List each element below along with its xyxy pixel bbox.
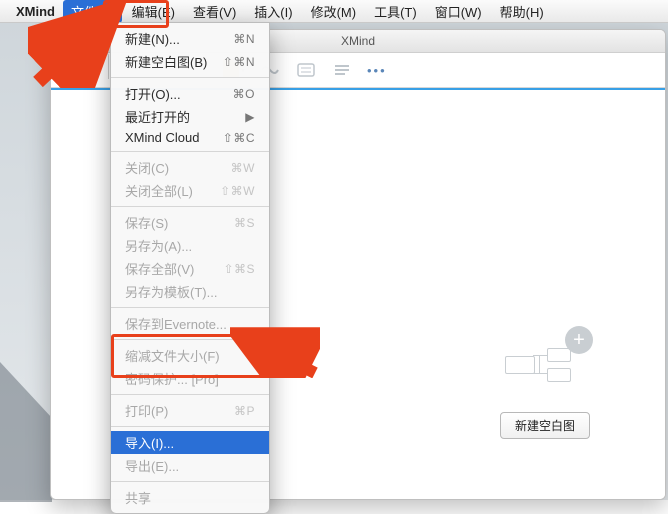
menu-item-shortcut: ⌘P [234, 404, 255, 418]
menu-item-label: 关闭(C) [125, 158, 169, 177]
menu-插入[interactable]: 插入(I) [246, 0, 300, 23]
menu-item-label: 最近打开的 [125, 107, 190, 126]
menu-separator [111, 151, 269, 152]
menu-item: 导出(E)... [111, 454, 269, 477]
menu-item-shortcut: ⌘O [233, 87, 255, 101]
menu-修改[interactable]: 修改(M) [303, 0, 365, 23]
menu-item-label: 密码保护... [Pro] [125, 369, 219, 388]
menu-item: 另存为(A)... [111, 234, 269, 257]
menu-item-label: 保存(S) [125, 213, 168, 232]
menu-item-label: 缩减文件大小(F) [125, 346, 220, 365]
file-menu-dropdown: 新建(N)... ⌘N 新建空白图(B) ⇧⌘N 打开(O)... ⌘O 最近打开的 ▶ XMi… [110, 22, 270, 514]
menu-item-shortcut: ⇧⌘C [223, 131, 255, 145]
menu-item-shortcut: ⌘S [234, 216, 255, 230]
menu-item: 密码保护... [Pro] [111, 367, 269, 390]
menu-item-shortcut: ⌘W [231, 161, 255, 175]
menu-帮助[interactable]: 帮助(H) [492, 0, 552, 23]
menu-item[interactable]: XMind Cloud ⇧⌘C [111, 128, 269, 147]
menu-item-label: 打开(O)... [125, 84, 181, 103]
menu-item-label: 新建(N)... [125, 29, 180, 48]
menu-item-label: 导入(I)... [125, 433, 174, 452]
desktop-background: XMind ▾ ••• + 新建空白图 [0, 22, 668, 500]
menu-工具[interactable]: 工具(T) [366, 0, 425, 23]
menu-item-label: XMind Cloud [125, 130, 199, 145]
toolbar-outline-icon[interactable] [295, 61, 317, 79]
menu-separator [111, 426, 269, 427]
menu-item[interactable]: 新建空白图(B) ⇧⌘N [111, 50, 269, 73]
menu-item-label: 另存为(A)... [125, 236, 192, 255]
menu-item: 共享 [111, 486, 269, 509]
menu-item-label: 导出(E)... [125, 456, 179, 475]
plus-icon: + [565, 326, 593, 354]
menu-separator [111, 307, 269, 308]
menu-item-shortcut: ▶ [245, 110, 255, 124]
menu-item-label: 保存全部(V) [125, 259, 194, 278]
menu-separator [111, 206, 269, 207]
window-zoom-button[interactable] [97, 35, 109, 47]
mindmap-icon [70, 57, 90, 75]
menu-item-label: 打印(P) [125, 401, 168, 420]
empty-state: + 新建空白图 [485, 334, 605, 439]
menu-item-shortcut: ⇧⌘N [223, 55, 255, 69]
menu-separator [111, 481, 269, 482]
menu-文件[interactable]: 文件(F) [63, 0, 122, 23]
menu-item-label: 关闭全部(L) [125, 181, 193, 200]
document-tab[interactable] [51, 52, 109, 79]
menu-item: 打印(P) ⌘P [111, 399, 269, 422]
menu-item-shortcut: ⇧⌘W [220, 184, 255, 198]
toolbar-list-icon[interactable] [331, 61, 353, 79]
wallpaper-decoration [0, 362, 52, 502]
toolbar-more-button[interactable]: ••• [367, 63, 387, 78]
menu-查看[interactable]: 查看(V) [185, 0, 244, 23]
menu-separator [111, 339, 269, 340]
menu-item: 保存(S) ⌘S [111, 211, 269, 234]
menu-item[interactable]: 新建(N)... ⌘N [111, 27, 269, 50]
menu-item: 另存为模板(T)... [111, 280, 269, 303]
menu-separator [111, 394, 269, 395]
new-blank-map-button[interactable]: 新建空白图 [500, 412, 590, 439]
menu-item-shortcut: ⇧⌘S [223, 262, 255, 276]
app-name[interactable]: XMind [16, 4, 55, 19]
window-title: XMind [341, 34, 375, 48]
menu-窗口[interactable]: 窗口(W) [427, 0, 490, 23]
menu-item: 关闭全部(L) ⇧⌘W [111, 179, 269, 202]
new-map-icon: + [505, 334, 585, 394]
menu-item: 保存全部(V) ⇧⌘S [111, 257, 269, 280]
menu-item: 保存到Evernote... [111, 312, 269, 335]
menu-item-label: 保存到Evernote... [125, 314, 227, 333]
menu-编辑[interactable]: 编辑(E) [124, 0, 183, 23]
menu-item[interactable]: 导入(I)... [111, 431, 269, 454]
menu-item: 关闭(C) ⌘W [111, 156, 269, 179]
window-minimize-button[interactable] [78, 35, 90, 47]
menu-item-label: 共享 [125, 488, 151, 507]
menu-separator [111, 77, 269, 78]
menu-item[interactable]: 打开(O)... ⌘O [111, 82, 269, 105]
menu-item-label: 另存为模板(T)... [125, 282, 217, 301]
menu-item: 缩减文件大小(F) [111, 344, 269, 367]
menu-item-shortcut: ⌘N [233, 32, 255, 46]
system-menubar: XMind 文件(F)编辑(E)查看(V)插入(I)修改(M)工具(T)窗口(W… [0, 0, 668, 23]
window-close-button[interactable] [59, 35, 71, 47]
menu-item[interactable]: 最近打开的 ▶ [111, 105, 269, 128]
menu-item-label: 新建空白图(B) [125, 52, 207, 71]
